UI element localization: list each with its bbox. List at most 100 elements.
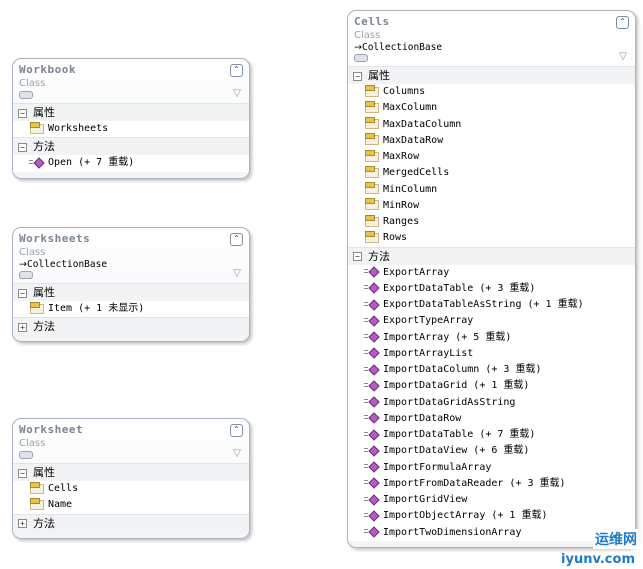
method-item[interactable]: ExportArray [348, 264, 635, 281]
section-header[interactable]: + 方法 [13, 317, 249, 336]
method-item[interactable]: ImportDataTable (+ 7 重载) [348, 427, 635, 444]
inherit-arrow-icon: → [19, 259, 27, 270]
section-header[interactable]: − 属性 [13, 103, 249, 121]
member-name: MinRow [383, 199, 420, 211]
inherit-arrow-icon: → [354, 42, 362, 53]
member-name: MaxRow [383, 151, 420, 162]
class-title: Worksheet [19, 423, 84, 436]
property-item[interactable]: MaxDataRow [348, 132, 635, 149]
collapse-button-icon[interactable]: ⌃ [230, 233, 243, 246]
property-item[interactable]: MaxColumn [348, 100, 635, 117]
property-item[interactable]: Worksheets [13, 121, 249, 138]
property-item[interactable]: MaxDataColumn [348, 116, 635, 133]
collapse-button-icon[interactable]: ⌃ [230, 64, 243, 77]
member-name: MaxDataRow [383, 134, 444, 146]
method-item[interactable]: ImportGridView [348, 492, 635, 509]
detail-toggle-icon[interactable] [19, 271, 33, 279]
member-name: MaxColumn [383, 102, 438, 114]
method-item[interactable]: ImportDataColumn (+ 3 重载) [348, 362, 635, 379]
member-name: ImportDataView (+ 6 重载) [383, 445, 530, 457]
method-icon [364, 315, 378, 326]
method-item[interactable]: ImportObjectArray (+ 1 重载) [348, 508, 635, 525]
section-label: 方法 [33, 140, 55, 154]
member-name: ImportArray (+ 5 重载) [383, 331, 512, 343]
class-shape-cells[interactable]: Cells Class →CollectionBase ⌃ ▽ − 属性 Columns Max… [347, 10, 636, 548]
method-item[interactable]: ImportTwoDimensionArray [348, 524, 635, 541]
class-shape-worksheet[interactable]: Worksheet Class ⌃ ▽ − 属性 Cells Name + 方法 [12, 418, 250, 539]
method-item[interactable]: ImportDataGrid (+ 1 重载) [348, 378, 635, 395]
collapse-section-icon[interactable]: − [353, 252, 362, 261]
method-item[interactable]: ImportFormulaArray [348, 459, 635, 476]
detail-toggle-icon[interactable] [19, 451, 33, 459]
property-item[interactable]: Rows [348, 230, 635, 247]
property-icon [29, 481, 44, 494]
property-item[interactable]: MaxRow [348, 149, 635, 166]
property-item[interactable]: Name [13, 497, 249, 514]
base-class-name: CollectionBase [26, 259, 108, 270]
property-icon [364, 84, 379, 97]
member-name: ImportDataRow [383, 412, 462, 424]
method-icon [364, 494, 378, 505]
method-icon [364, 364, 378, 375]
member-name: Worksheets [48, 123, 109, 134]
collapse-section-icon[interactable]: − [353, 71, 362, 81]
property-icon [364, 182, 379, 194]
class-kind: Class [19, 438, 46, 449]
collapse-section-icon[interactable]: − [18, 108, 27, 118]
detail-toggle-icon[interactable] [354, 54, 368, 62]
method-item[interactable]: ExportDataTableAsString (+ 1 重载) [348, 297, 635, 314]
method-item[interactable]: ImportDataRow [348, 410, 635, 427]
method-icon [364, 299, 378, 310]
section-header[interactable]: − 属性 [13, 283, 249, 301]
method-icon [364, 445, 378, 456]
section-header[interactable]: − 方法 [348, 246, 635, 265]
filter-icon[interactable]: ▽ [233, 448, 241, 459]
method-item[interactable]: ExportTypeArray [348, 313, 635, 330]
section-header[interactable]: + 方法 [13, 513, 249, 532]
property-icon [364, 198, 379, 211]
method-icon [364, 477, 378, 488]
filter-icon[interactable]: ▽ [233, 268, 241, 279]
collapse-section-icon[interactable]: − [18, 468, 27, 478]
property-icon [364, 133, 379, 146]
section-label: 属性 [33, 286, 55, 299]
collapse-button-icon[interactable]: ⌃ [616, 16, 629, 29]
method-item[interactable]: Open (+ 7 重载) [13, 155, 249, 172]
class-title: Worksheets [19, 232, 91, 245]
method-icon [364, 380, 378, 391]
property-icon [364, 230, 379, 243]
class-shape-worksheets[interactable]: Worksheets Class →CollectionBase ⌃ ▽ − 属性 Item … [12, 227, 250, 343]
expand-section-icon[interactable]: + [18, 519, 27, 528]
property-item[interactable]: Cells [13, 481, 249, 498]
section-header[interactable]: − 属性 [13, 463, 249, 481]
property-item[interactable]: Columns [348, 84, 635, 101]
expand-section-icon[interactable]: + [18, 322, 27, 332]
method-item[interactable]: ExportDataTable (+ 3 重载) [348, 280, 635, 297]
collapse-section-icon[interactable]: − [18, 288, 27, 298]
class-shape-workbook[interactable]: Workbook Class ⌃ ▽ − 属性 Worksheets − 方法 Open (+ 7… [12, 58, 250, 179]
section-label: 方法 [33, 516, 55, 530]
property-item[interactable]: MinRow [348, 197, 635, 214]
section-header[interactable]: − 方法 [13, 137, 249, 156]
detail-toggle-icon[interactable] [19, 91, 33, 99]
collapse-button-icon[interactable]: ⌃ [230, 424, 243, 437]
member-name: ImportObjectArray (+ 1 重载) [383, 510, 548, 522]
method-item[interactable]: ImportArrayList [348, 345, 635, 362]
filter-icon[interactable]: ▽ [233, 88, 241, 99]
collapse-section-icon[interactable]: − [18, 142, 27, 152]
class-footer [13, 172, 249, 178]
filter-icon[interactable]: ▽ [619, 51, 627, 62]
section-header[interactable]: − 属性 [348, 66, 635, 84]
member-name: ImportFromDataReader (+ 3 重载) [383, 477, 566, 489]
property-item[interactable]: MinColumn [348, 181, 635, 198]
method-item[interactable]: ImportArray (+ 5 重载) [348, 329, 635, 346]
method-item[interactable]: ImportDataView (+ 6 重载) [348, 443, 635, 460]
property-item[interactable]: MergedCells [348, 165, 635, 182]
property-item[interactable]: Item (+ 1 未显示) [13, 301, 249, 318]
member-name: ImportArrayList [383, 347, 474, 359]
method-item[interactable]: ImportFromDataReader (+ 3 重载) [348, 475, 635, 492]
method-item[interactable]: ImportDataGridAsString [348, 394, 635, 411]
member-name: ImportDataGridAsString [383, 396, 516, 408]
class-kind: Class [354, 30, 381, 41]
property-item[interactable]: Ranges [348, 214, 635, 231]
